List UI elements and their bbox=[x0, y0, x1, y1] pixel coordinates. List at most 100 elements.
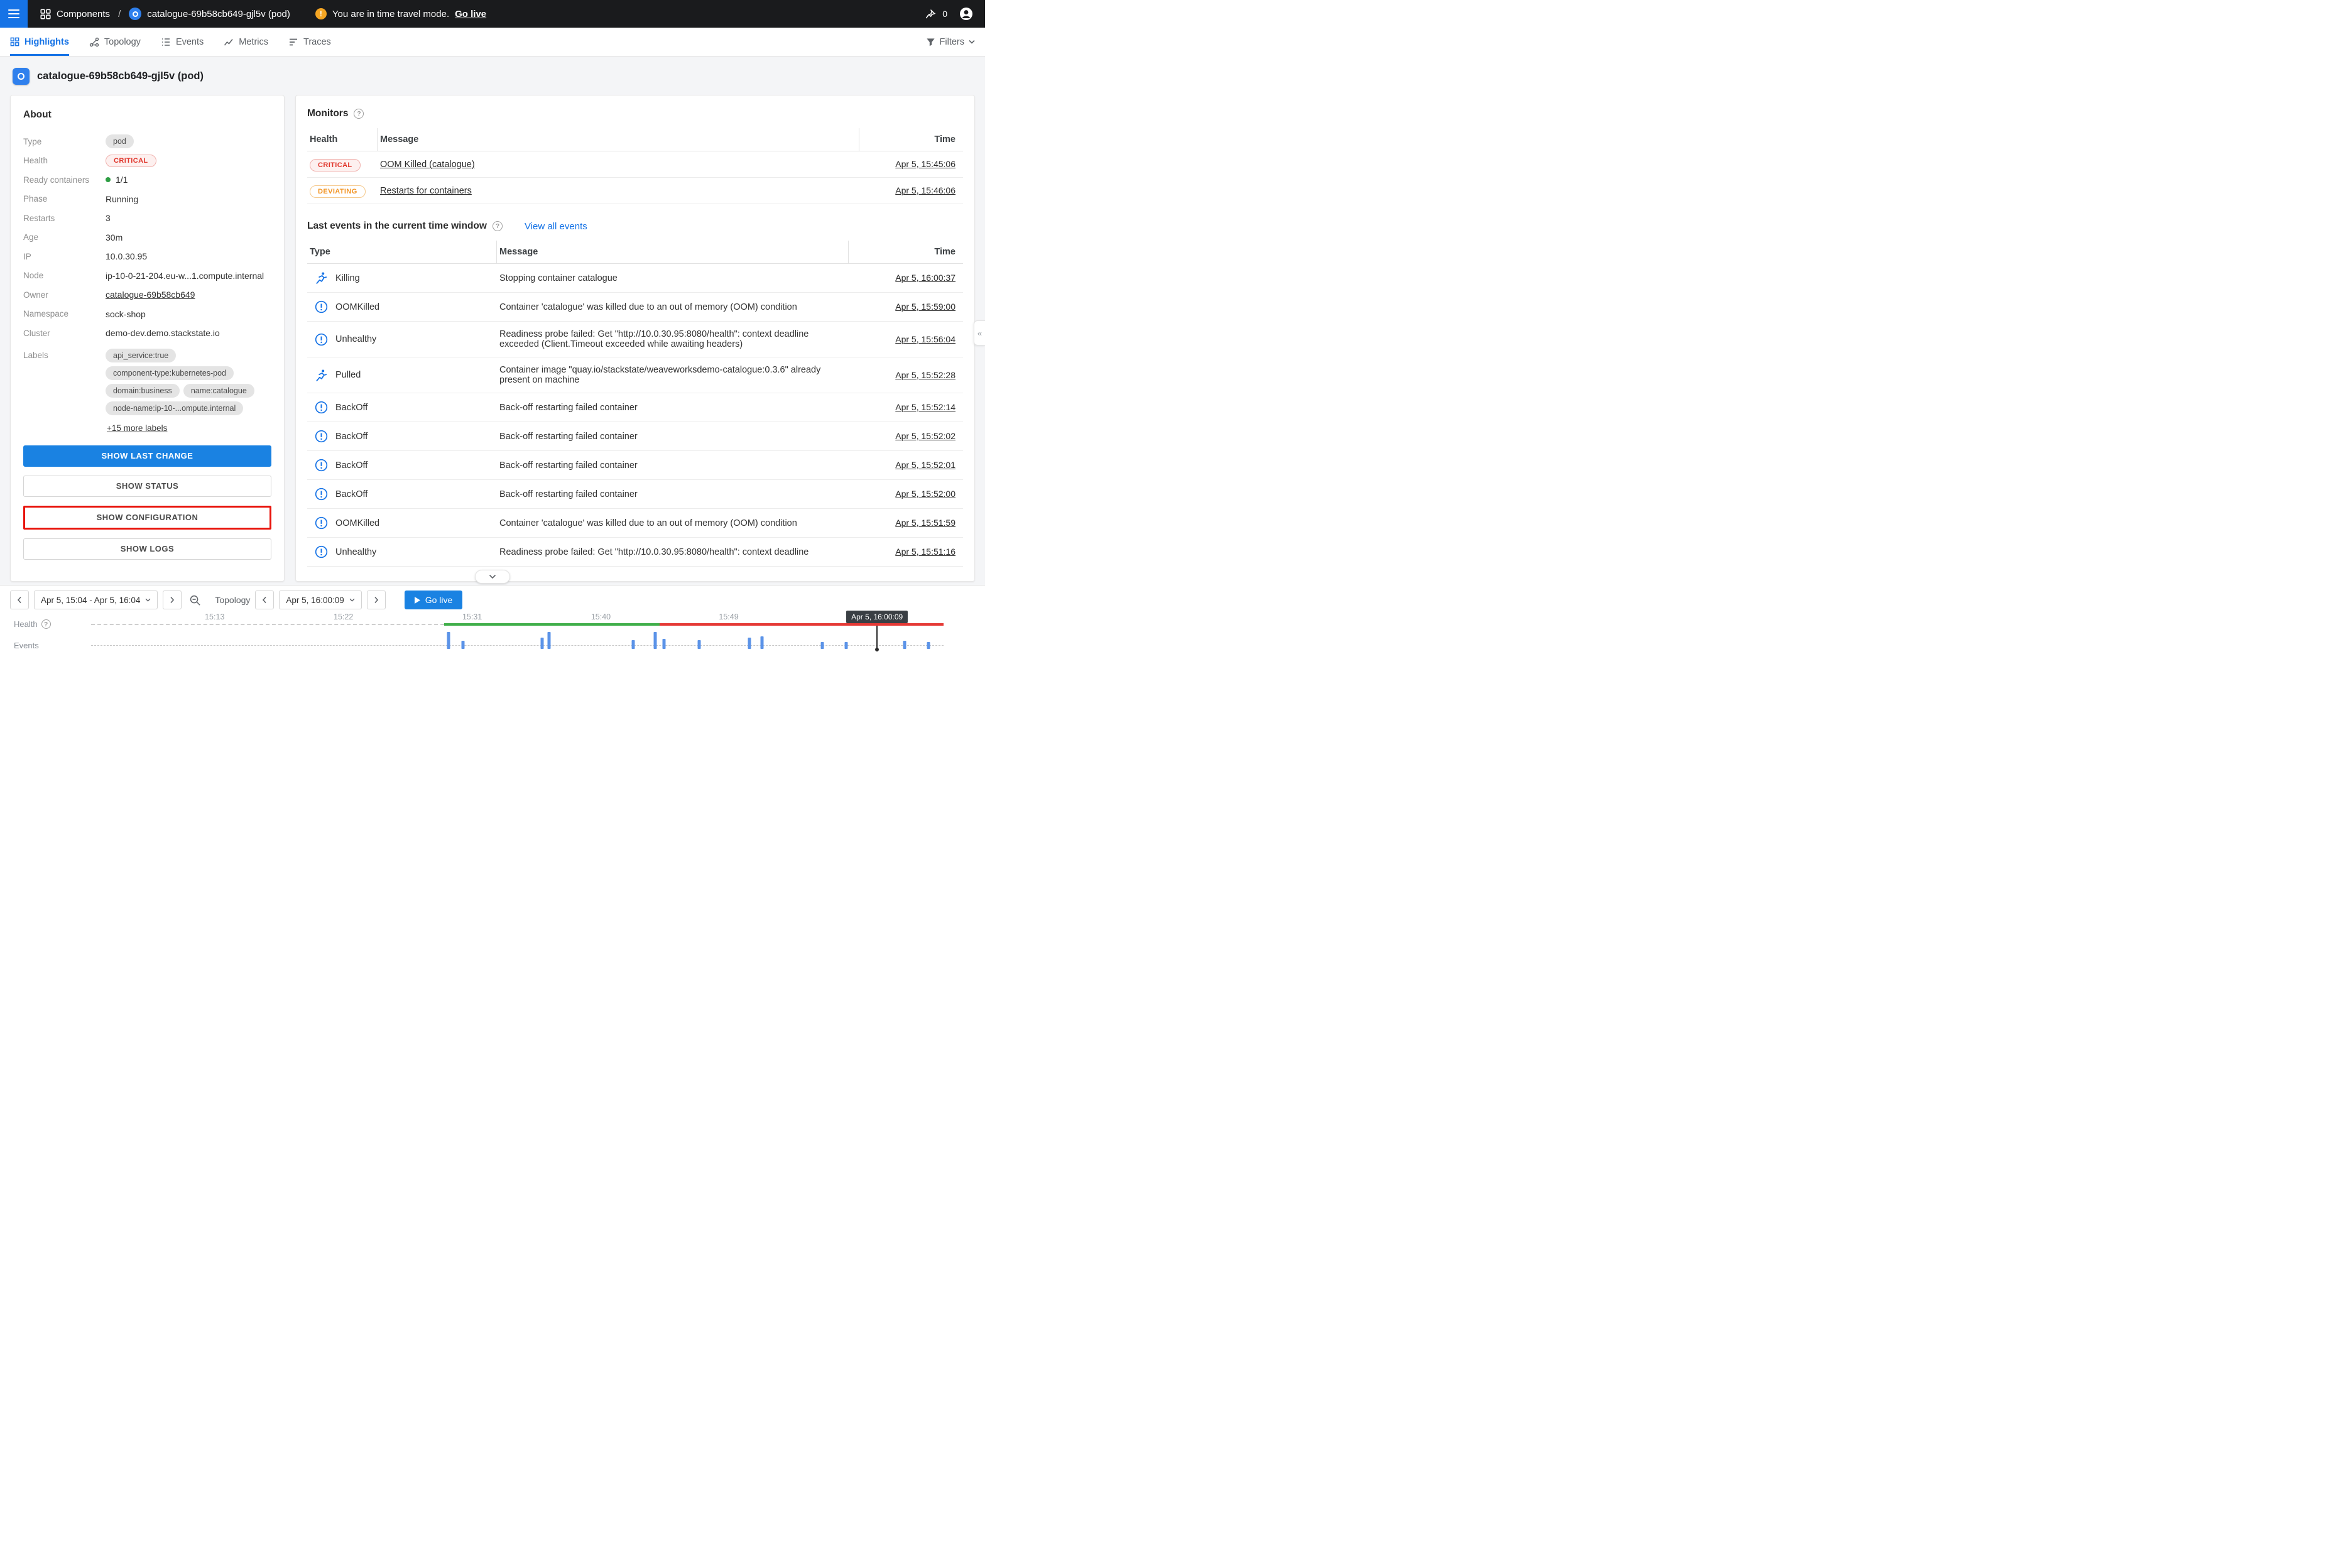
time-cursor-line bbox=[876, 623, 878, 650]
event-row: BackOffBack-off restarting failed contai… bbox=[307, 393, 963, 422]
event-time-cell: Apr 5, 15:52:28 bbox=[849, 362, 963, 388]
monitor-time-cell: Apr 5, 15:45:06 bbox=[859, 151, 963, 177]
about-title: About bbox=[23, 109, 271, 121]
events-rows: KillingStopping container catalogueApr 5… bbox=[307, 264, 963, 567]
page-header: catalogue-69b58cb649-gjl5v (pod) bbox=[10, 57, 975, 95]
about-row-value: catalogue-69b58cb649 bbox=[106, 290, 195, 300]
topology-time-next-button[interactable] bbox=[367, 591, 386, 609]
monitor-health-cell: DEVIATING bbox=[307, 178, 378, 204]
monitor-message-cell: OOM Killed (catalogue) bbox=[378, 152, 859, 177]
monitor-time-link[interactable]: Apr 5, 15:46:06 bbox=[895, 185, 956, 195]
event-time-link[interactable]: Apr 5, 16:00:37 bbox=[895, 273, 956, 283]
about-row-value: Running bbox=[106, 194, 138, 204]
about-row-label: Health bbox=[23, 156, 106, 165]
health-help-icon[interactable] bbox=[41, 619, 51, 629]
topology-icon bbox=[89, 37, 99, 47]
show-last-change-button[interactable]: SHOW LAST CHANGE bbox=[23, 445, 271, 467]
expand-side-panel-handle[interactable] bbox=[974, 320, 985, 346]
type-pill: pod bbox=[106, 134, 134, 148]
tab-metrics[interactable]: Metrics bbox=[224, 28, 268, 56]
tab-events[interactable]: Events bbox=[161, 28, 204, 56]
events-help-icon[interactable] bbox=[493, 221, 503, 231]
about-row-label: Cluster bbox=[23, 329, 106, 338]
event-time-link[interactable]: Apr 5, 15:52:00 bbox=[895, 489, 956, 499]
alert-circle-icon bbox=[315, 430, 328, 443]
topology-time-value: Apr 5, 16:00:09 bbox=[286, 596, 344, 605]
time-travel-banner: ! You are in time travel mode. Go live bbox=[315, 8, 486, 19]
about-row: HealthCRITICAL bbox=[23, 151, 271, 171]
user-avatar[interactable] bbox=[959, 6, 974, 21]
event-time-cell: Apr 5, 15:52:14 bbox=[849, 395, 963, 420]
monitors-help-icon[interactable] bbox=[354, 109, 364, 119]
event-time-link[interactable]: Apr 5, 15:52:28 bbox=[895, 370, 956, 380]
go-live-button-label: Go live bbox=[425, 595, 453, 605]
filters-button[interactable]: Filters bbox=[926, 37, 975, 47]
monitor-message-link[interactable]: OOM Killed (catalogue) bbox=[380, 160, 475, 170]
show-logs-button[interactable]: SHOW LOGS bbox=[23, 538, 271, 560]
events-header: Last events in the current time window V… bbox=[307, 220, 963, 232]
show-status-button[interactable]: SHOW STATUS bbox=[23, 476, 271, 497]
breadcrumb: Components / catalogue-69b58cb649-gjl5v … bbox=[40, 8, 290, 20]
monitor-message-link[interactable]: Restarts for containers bbox=[380, 186, 472, 196]
label-pill: api_service:true bbox=[106, 349, 176, 362]
label-pill: name:catalogue bbox=[183, 384, 254, 398]
event-histogram-bar bbox=[662, 639, 665, 649]
event-type-label: BackOff bbox=[335, 460, 368, 471]
main-content: catalogue-69b58cb649-gjl5v (pod) About T… bbox=[0, 57, 985, 585]
breadcrumb-separator: / bbox=[118, 9, 121, 19]
zoom-out-icon[interactable] bbox=[189, 594, 201, 606]
event-time-link[interactable]: Apr 5, 15:51:59 bbox=[895, 518, 956, 528]
topology-time-dropdown[interactable]: Apr 5, 16:00:09 bbox=[279, 591, 361, 609]
event-histogram-bar bbox=[447, 632, 450, 649]
pin-icon[interactable] bbox=[924, 8, 936, 20]
event-type-label: Killing bbox=[335, 273, 360, 283]
metrics-chart-icon bbox=[224, 37, 234, 47]
collapse-panel-button[interactable] bbox=[475, 570, 510, 584]
owner-link[interactable]: catalogue-69b58cb649 bbox=[106, 290, 195, 300]
timeline-chart[interactable]: Apr 5, 16:00:09 15:1315:2215:3115:4015:4… bbox=[91, 611, 944, 656]
tab-traces[interactable]: Traces bbox=[288, 28, 331, 56]
go-live-button[interactable]: Go live bbox=[405, 591, 463, 609]
monitor-time-link[interactable]: Apr 5, 15:45:06 bbox=[895, 159, 956, 169]
monitor-message-cell: Restarts for containers bbox=[378, 178, 859, 204]
breadcrumb-entity-name[interactable]: catalogue-69b58cb649-gjl5v (pod) bbox=[147, 9, 290, 19]
range-prev-button[interactable] bbox=[10, 591, 29, 609]
event-time-link[interactable]: Apr 5, 15:56:04 bbox=[895, 334, 956, 344]
event-time-link[interactable]: Apr 5, 15:51:16 bbox=[895, 547, 956, 557]
alert-circle-icon bbox=[315, 401, 328, 414]
ready-count: 1/1 bbox=[116, 175, 128, 185]
about-row: Typepod bbox=[23, 132, 271, 151]
topology-time-prev-button[interactable] bbox=[255, 591, 274, 609]
more-labels-link[interactable]: +15 more labels bbox=[107, 423, 271, 433]
go-live-link[interactable]: Go live bbox=[455, 9, 486, 19]
event-time-cell: Apr 5, 15:59:00 bbox=[849, 294, 963, 320]
event-type-cell: OOMKilled bbox=[307, 293, 497, 321]
alert-circle-icon bbox=[315, 545, 328, 558]
view-all-events-link[interactable]: View all events bbox=[525, 221, 587, 232]
event-histogram-bar bbox=[748, 638, 751, 649]
event-histogram-bar bbox=[461, 641, 464, 649]
timeline-tick-label: 15:13 bbox=[205, 612, 224, 621]
health-label-text: Health bbox=[14, 619, 38, 629]
hamburger-menu-button[interactable] bbox=[0, 0, 28, 28]
tab-highlights[interactable]: Highlights bbox=[10, 28, 69, 56]
event-message-cell: Container image "quay.io/stackstate/weav… bbox=[497, 357, 849, 393]
event-histogram-bar bbox=[927, 642, 930, 649]
highlights-icon bbox=[10, 37, 19, 46]
breadcrumb-components[interactable]: Components bbox=[57, 9, 110, 19]
event-histogram-bar bbox=[760, 636, 763, 649]
tab-topology[interactable]: Topology bbox=[89, 28, 141, 56]
event-time-link[interactable]: Apr 5, 15:52:02 bbox=[895, 431, 956, 441]
time-range-dropdown[interactable]: Apr 5, 15:04 - Apr 5, 16:04 bbox=[34, 591, 158, 609]
event-time-link[interactable]: Apr 5, 15:59:00 bbox=[895, 302, 956, 312]
event-row: UnhealthyReadiness probe failed: Get "ht… bbox=[307, 322, 963, 357]
top-bar: Components / catalogue-69b58cb649-gjl5v … bbox=[0, 0, 985, 28]
event-histogram-bar bbox=[654, 632, 657, 649]
topology-label: Topology bbox=[215, 595, 250, 605]
event-time-link[interactable]: Apr 5, 15:52:14 bbox=[895, 402, 956, 412]
about-row-label: Age bbox=[23, 232, 106, 242]
event-time-link[interactable]: Apr 5, 15:52:01 bbox=[895, 460, 956, 470]
range-next-button[interactable] bbox=[163, 591, 182, 609]
tab-highlights-label: Highlights bbox=[24, 37, 69, 47]
show-configuration-button[interactable]: SHOW CONFIGURATION bbox=[25, 508, 270, 528]
